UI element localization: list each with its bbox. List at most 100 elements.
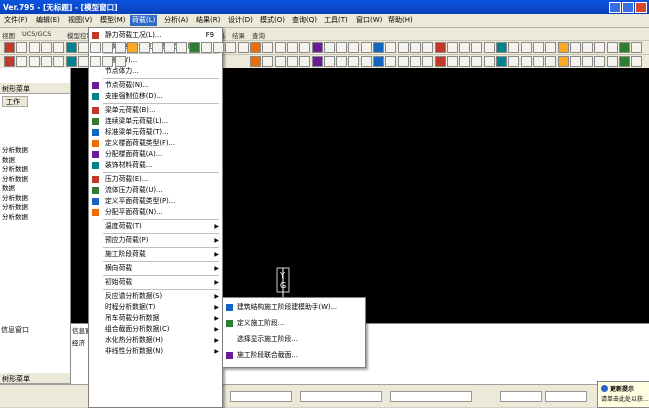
toolbar-button-0-34[interactable] <box>422 42 434 53</box>
load-menu-item-6[interactable]: 梁单元荷载(B)... <box>89 105 222 116</box>
toolbar-button-0-8[interactable] <box>102 42 114 53</box>
toolbar-button-1-31[interactable] <box>385 56 397 67</box>
load-menu-item-22[interactable]: 时程分析数据(T) ▶ <box>89 302 222 313</box>
close-button[interactable] <box>635 2 647 13</box>
toolbar-tab-0[interactable]: 视图 <box>2 30 15 40</box>
toolbar-button-0-42[interactable] <box>520 42 532 53</box>
load-menu-item-13[interactable]: 流体压力荷载(U)... <box>89 185 222 196</box>
toolbar-button-1-47[interactable] <box>582 56 594 67</box>
toolbar-button-0-38[interactable] <box>471 42 483 53</box>
toolbar-tab-1[interactable]: UCS/GCS <box>22 30 51 38</box>
toolbar-button-0-22[interactable] <box>274 42 286 53</box>
load-menu-item-14[interactable]: 定义平面荷载类型(P)... <box>89 196 222 207</box>
toolbar-button-0-2[interactable] <box>28 42 40 53</box>
toolbar-button-1-43[interactable] <box>532 56 544 67</box>
load-menu-item-25[interactable]: 水化热分析数据(H) ▶ <box>89 335 222 346</box>
toolbar-button-1-37[interactable] <box>459 56 471 67</box>
toolbar-button-1-2[interactable] <box>28 56 40 67</box>
toolbar-button-1-21[interactable] <box>262 56 274 67</box>
tree-item[interactable]: 分析数据 <box>2 144 28 154</box>
menu-item-4[interactable]: 荷载(L) <box>130 15 158 26</box>
toolbar-button-0-12[interactable] <box>151 42 163 53</box>
toolbar-button-0-9[interactable] <box>114 42 126 53</box>
unit-select-2[interactable] <box>545 391 587 402</box>
toolbar-button-0-5[interactable] <box>65 42 77 53</box>
toolbar-button-0-24[interactable] <box>299 42 311 53</box>
toolbar-button-1-51[interactable] <box>631 56 643 67</box>
toolbar-button-0-1[interactable] <box>16 42 28 53</box>
tree-item[interactable]: 分析数据 <box>2 163 28 173</box>
toolbar-button-0-30[interactable] <box>373 42 384 53</box>
toolbar-button-0-20[interactable] <box>250 42 261 53</box>
toolbar-button-0-17[interactable] <box>213 42 225 53</box>
toolbar-button-0-29[interactable] <box>360 42 372 53</box>
toolbar-button-0-13[interactable] <box>163 42 175 53</box>
toolbar-button-0-50[interactable] <box>619 42 630 53</box>
toolbar-button-0-44[interactable] <box>545 42 557 53</box>
toolbar-button-1-41[interactable] <box>508 56 520 67</box>
toolbar-button-1-1[interactable] <box>16 56 28 67</box>
toolbar-button-1-44[interactable] <box>545 56 557 67</box>
minimize-button[interactable] <box>609 2 621 13</box>
menu-item-9[interactable]: 查询(Q) <box>290 15 319 26</box>
toolbar-button-0-46[interactable] <box>569 42 581 53</box>
toolbar-button-0-36[interactable] <box>446 42 458 53</box>
toolbar-button-1-25[interactable] <box>311 56 323 67</box>
toolbar-button-1-8[interactable] <box>102 56 114 67</box>
toolbar-button-1-42[interactable] <box>520 56 532 67</box>
toolbar-button-1-45[interactable] <box>557 56 569 67</box>
toolbar-button-0-35[interactable] <box>434 42 446 53</box>
toolbar-button-0-21[interactable] <box>262 42 274 53</box>
toolbar-button-1-9[interactable] <box>114 56 126 67</box>
toolbar-button-1-50[interactable] <box>619 56 630 67</box>
toolbar-button-1-28[interactable] <box>348 56 360 67</box>
toolbar-button-1-38[interactable] <box>471 56 483 67</box>
toolbar-button-1-22[interactable] <box>274 56 286 67</box>
menu-item-6[interactable]: 结果(R) <box>194 15 222 26</box>
load-menu-item-20[interactable]: 初始荷载 ▶ <box>89 277 222 288</box>
menu-item-2[interactable]: 视图(V) <box>66 15 94 26</box>
load-menu-item-5[interactable]: 支座强制位移(D)... <box>89 91 222 102</box>
toolbar-button-0-48[interactable] <box>594 42 606 53</box>
toolbar-button-1-30[interactable] <box>373 56 384 67</box>
tree-item[interactable]: 分析数据 <box>2 211 28 221</box>
toolbar-button-0-10[interactable] <box>127 42 138 53</box>
load-menu-item-21[interactable]: 反应谱分析数据(S) ▶ <box>89 291 222 302</box>
toolbar-button-0-41[interactable] <box>508 42 520 53</box>
menu-item-10[interactable]: 工具(T) <box>322 15 350 26</box>
load-menu-item-18[interactable]: 施工阶段荷载 ▶ <box>89 249 222 260</box>
menu-item-5[interactable]: 分析(A) <box>162 15 190 26</box>
tree-item[interactable]: 分析数据 <box>2 201 28 211</box>
load-menu-item-0[interactable]: 静力荷载工况(L)... F9 <box>89 30 222 41</box>
toolbar-button-1-40[interactable] <box>496 56 507 67</box>
toolbar-button-0-40[interactable] <box>496 42 507 53</box>
toolbar-button-1-29[interactable] <box>360 56 372 67</box>
submenu-item-1[interactable]: 定义施工阶段... <box>223 317 365 330</box>
menu-item-8[interactable]: 模式(O) <box>258 15 287 26</box>
tree-item[interactable]: 数据 <box>2 182 15 192</box>
toolbar-button-1-0[interactable] <box>4 56 15 67</box>
load-menu-item-8[interactable]: 标准梁单元荷载(T)... <box>89 127 222 138</box>
load-menu-item-10[interactable]: 分配楼面荷载(A)... <box>89 149 222 160</box>
toolbar-button-1-46[interactable] <box>569 56 581 67</box>
toolbar-button-0-19[interactable] <box>237 42 249 53</box>
toolbar-button-1-5[interactable] <box>65 56 77 67</box>
toolbar-button-1-33[interactable] <box>409 56 421 67</box>
toolbar-button-1-24[interactable] <box>299 56 311 67</box>
load-menu-item-11[interactable]: 装饰材料荷载... <box>89 160 222 171</box>
toolbar-button-1-26[interactable] <box>323 56 335 67</box>
load-menu-item-17[interactable]: 预应力荷载(P) ▶ <box>89 235 222 246</box>
tree-tab-work[interactable]: 工作 <box>2 96 28 107</box>
toolbar-button-1-23[interactable] <box>286 56 298 67</box>
toolbar-button-1-4[interactable] <box>53 56 65 67</box>
toolbar-button-0-25[interactable] <box>311 42 323 53</box>
unit-select[interactable] <box>500 391 542 402</box>
toolbar-button-1-36[interactable] <box>446 56 458 67</box>
load-menu-item-23[interactable]: 吊车荷载分析数据 ▶ <box>89 313 222 324</box>
toolbar-button-0-27[interactable] <box>336 42 348 53</box>
toolbar-button-1-35[interactable] <box>434 56 446 67</box>
toolbar-button-0-51[interactable] <box>631 42 643 53</box>
menu-item-3[interactable]: 模型(M) <box>98 15 128 26</box>
submenu-item-2[interactable]: 选择显示施工阶段... <box>223 333 365 346</box>
toolbar-tab-11[interactable]: 查询 <box>252 30 265 40</box>
